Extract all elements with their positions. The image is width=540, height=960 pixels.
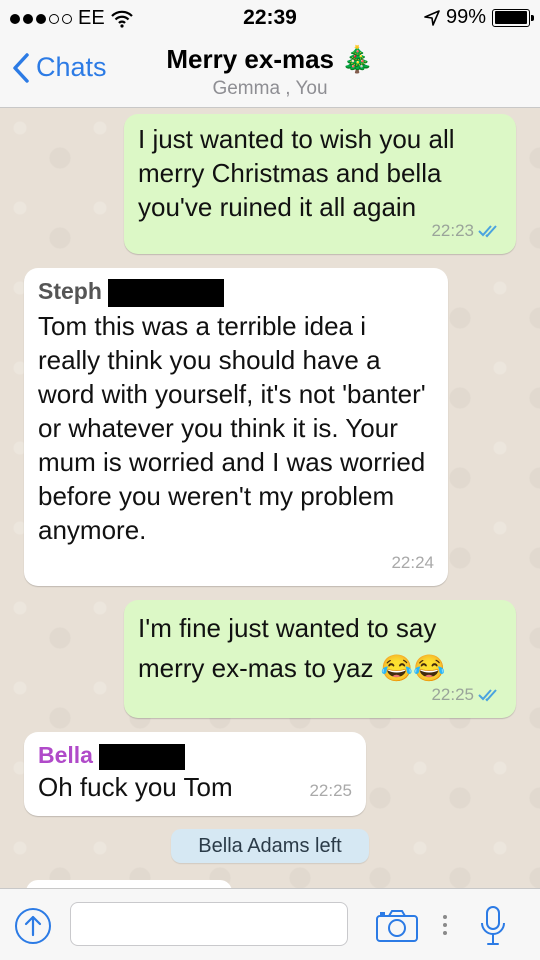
upload-circle-icon[interactable] (14, 907, 52, 945)
message-sender: Bella (38, 740, 352, 770)
message-incoming[interactable]: Steph Tom this was a terrible idea i rea… (24, 268, 448, 586)
redaction-bar (108, 278, 225, 307)
double-check-icon (478, 225, 497, 238)
location-arrow-icon (424, 9, 440, 26)
message-incoming[interactable]: Bella Oh fuck you Tom 22:25 (24, 732, 366, 816)
more-dots-icon[interactable] (441, 913, 449, 937)
message-meta: 22:25 (431, 678, 502, 712)
message-time: 22:25 (309, 781, 352, 800)
sender-name: Steph (38, 278, 102, 304)
message-meta: 22:23 (431, 214, 502, 248)
message-input[interactable] (70, 902, 348, 946)
double-check-icon (478, 689, 497, 702)
message-outgoing[interactable]: I just wanted to wish you all merry Chri… (124, 114, 516, 254)
message-time: 22:25 (431, 685, 474, 704)
group-title[interactable]: Merry ex-mas 🎄 (0, 44, 540, 75)
message-meta: 22:24 (391, 546, 434, 580)
status-bar: EE 22:39 99% (0, 0, 540, 36)
message-input-bar (0, 888, 540, 960)
message-outgoing[interactable]: I'm fine just wanted to say merry ex-mas… (124, 600, 516, 718)
message-text: Tom this was a terrible idea i really th… (38, 310, 426, 545)
group-members[interactable]: Gemma , You (0, 78, 540, 100)
camera-icon[interactable] (375, 909, 419, 943)
microphone-icon[interactable] (480, 905, 506, 947)
status-right: 99% (424, 6, 534, 29)
battery-icon (492, 8, 534, 27)
message-time: 22:23 (431, 221, 474, 240)
message-meta: 22:25 (309, 774, 352, 808)
redaction-bar (99, 743, 186, 770)
message-text: I just wanted to wish you all merry Chri… (138, 124, 455, 222)
message-time: 22:24 (391, 553, 434, 572)
chat-header: Chats Merry ex-mas 🎄 Gemma , You (0, 36, 540, 108)
sender-name: Bella (38, 742, 93, 768)
battery-percent: 99% (445, 6, 486, 28)
message-text: Oh fuck you Tom (38, 772, 233, 802)
message-text: I'm fine just wanted to say merry ex-mas… (138, 613, 446, 683)
message-sender: Steph (38, 276, 434, 307)
system-message: Bella Adams left (171, 829, 369, 863)
